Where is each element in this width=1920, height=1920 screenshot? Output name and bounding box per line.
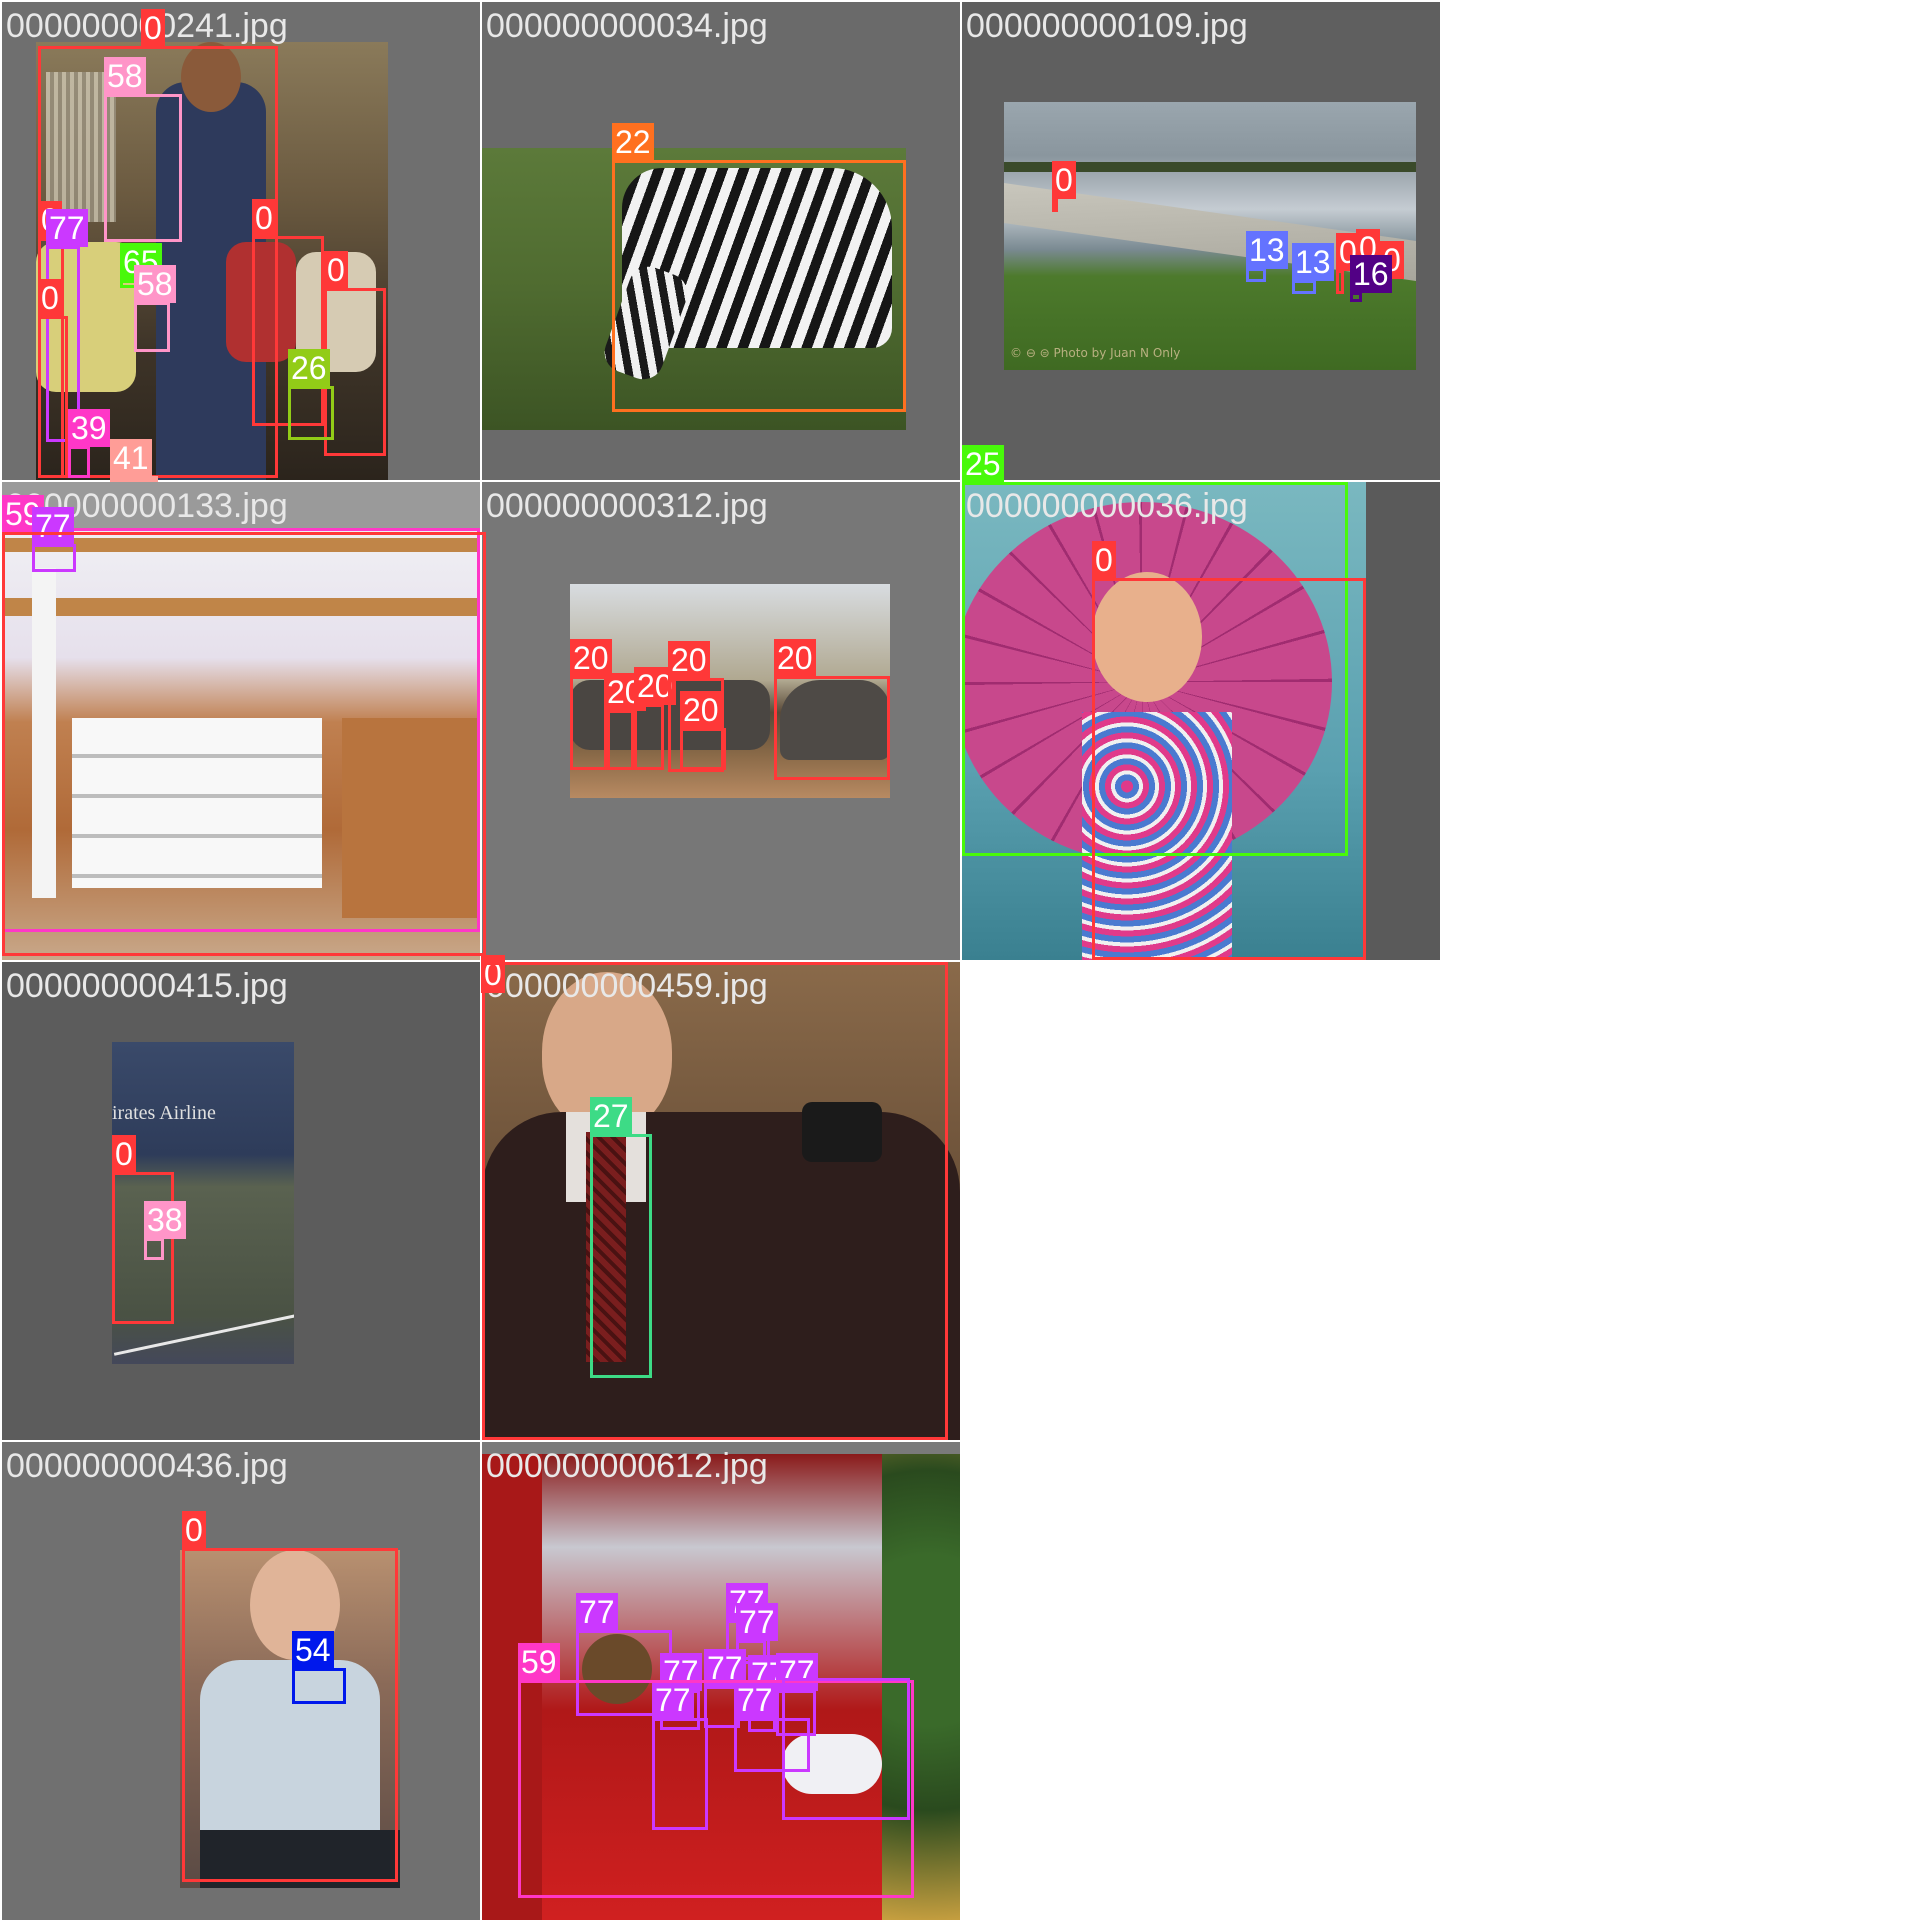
- bbox-label: 16: [1350, 255, 1392, 293]
- bbox-0[interactable]: 0: [182, 1511, 398, 1882]
- mosaic-grid: 000000000241.jpg 0 58 0 77 0 0 0 65 58 2…: [0, 0, 1920, 1920]
- bbox-label: 20: [570, 639, 612, 677]
- bbox-label: 54: [292, 1631, 334, 1669]
- bbox-22[interactable]: 22: [612, 123, 906, 412]
- bbox-label: 20: [668, 641, 710, 679]
- tile-000000000459[interactable]: 000000000459.jpg 0 27: [482, 962, 960, 1440]
- tile-000000000241[interactable]: 000000000241.jpg 0 58 0 77 0 0 0 65 58 2…: [2, 2, 480, 482]
- bbox-label: 0: [1092, 541, 1116, 579]
- bbox-label: 77: [576, 1593, 618, 1631]
- bbox-13[interactable]: 13: [1246, 231, 1288, 282]
- bbox-20[interactable]: 20: [774, 639, 890, 780]
- bbox-label: 20: [680, 691, 722, 729]
- filename-label: 000000000312.jpg: [486, 487, 768, 525]
- bbox-13[interactable]: 13: [1292, 243, 1334, 294]
- bbox-41[interactable]: 41: [110, 439, 158, 482]
- bbox-58[interactable]: 58: [134, 265, 176, 352]
- tile-000000000036[interactable]: 000000000036.jpg 25 0: [962, 445, 1440, 960]
- photo-watermark: © ⊖ ⊜ Photo by Juan N Only: [1010, 346, 1181, 360]
- filename-label: 000000000109.jpg: [966, 7, 1248, 45]
- bbox-0[interactable]: 0: [482, 962, 948, 1440]
- bbox-label: 59: [518, 1643, 560, 1681]
- bbox-58[interactable]: 58: [104, 57, 182, 242]
- bbox-16[interactable]: 16: [1350, 255, 1392, 302]
- bbox-77-large[interactable]: [782, 1678, 910, 1820]
- bbox-0[interactable]: 0: [1092, 541, 1366, 960]
- bbox-0[interactable]: 0: [38, 279, 68, 478]
- bbox-label: 0: [182, 1511, 206, 1549]
- filename-label: 000000000034.jpg: [486, 7, 768, 45]
- filename-label: 000000000415.jpg: [6, 967, 288, 1005]
- bbox-label: 25: [962, 445, 1004, 483]
- bbox-label: 22: [612, 123, 654, 161]
- bbox-label: 58: [104, 57, 146, 95]
- tile-000000000133[interactable]: 000000000133.jpg 59 77 0: [2, 482, 505, 993]
- bbox-label: 0: [141, 9, 165, 47]
- bbox-0[interactable]: 0: [2, 532, 505, 993]
- bbox-label: 39: [68, 409, 110, 447]
- bbox-0[interactable]: 0: [1336, 233, 1360, 294]
- bbox-label: 0: [324, 251, 348, 289]
- tile-000000000109[interactable]: © ⊖ ⊜ Photo by Juan N Only 000000000109.…: [962, 2, 1440, 480]
- bbox-label: 13: [1292, 243, 1334, 281]
- bbox-0[interactable]: 0: [112, 1135, 174, 1324]
- bbox-label: 38: [144, 1201, 186, 1239]
- bbox-label: 0: [38, 279, 62, 317]
- filename-label: 000000000436.jpg: [6, 1447, 288, 1485]
- bbox-label: 41: [110, 439, 152, 477]
- bbox-20[interactable]: 20: [634, 667, 676, 770]
- bbox-label: 0: [1052, 161, 1076, 199]
- bbox-label: 0: [252, 199, 276, 237]
- bbox-label: 77: [46, 209, 88, 247]
- tile-000000000436[interactable]: 000000000436.jpg 0 54: [2, 1442, 480, 1920]
- tile-000000000034[interactable]: 000000000034.jpg 22: [482, 2, 960, 480]
- bbox-39[interactable]: 39: [68, 409, 110, 478]
- bbox-label: 77: [736, 1603, 778, 1641]
- tile-000000000415[interactable]: irates Airline 000000000415.jpg 0 38: [2, 962, 480, 1440]
- bbox-20[interactable]: 20: [680, 691, 726, 770]
- bbox-26[interactable]: 26: [288, 349, 334, 440]
- bbox-0[interactable]: 0: [1052, 161, 1076, 212]
- bbox-label: 26: [288, 349, 330, 387]
- bbox-label: 58: [134, 265, 176, 303]
- tile-000000000312[interactable]: 000000000312.jpg 20 20 20 20 20 20: [482, 482, 960, 960]
- bbox-38[interactable]: 38: [144, 1201, 186, 1260]
- bbox-54[interactable]: 54: [292, 1631, 346, 1704]
- banner-text: irates Airline: [112, 1102, 216, 1124]
- filename-label: 000000000612.jpg: [486, 1447, 768, 1485]
- bbox-27[interactable]: 27: [590, 1097, 652, 1378]
- bbox-label: 0: [112, 1135, 136, 1173]
- bbox-label: 20: [774, 639, 816, 677]
- bbox-20[interactable]: 20: [604, 673, 646, 770]
- bbox-label: 27: [590, 1097, 632, 1135]
- bbox-label: 13: [1246, 231, 1288, 269]
- tile-000000000612[interactable]: 000000000612.jpg 77 77 77 77 77 77 77 77…: [482, 1442, 960, 1920]
